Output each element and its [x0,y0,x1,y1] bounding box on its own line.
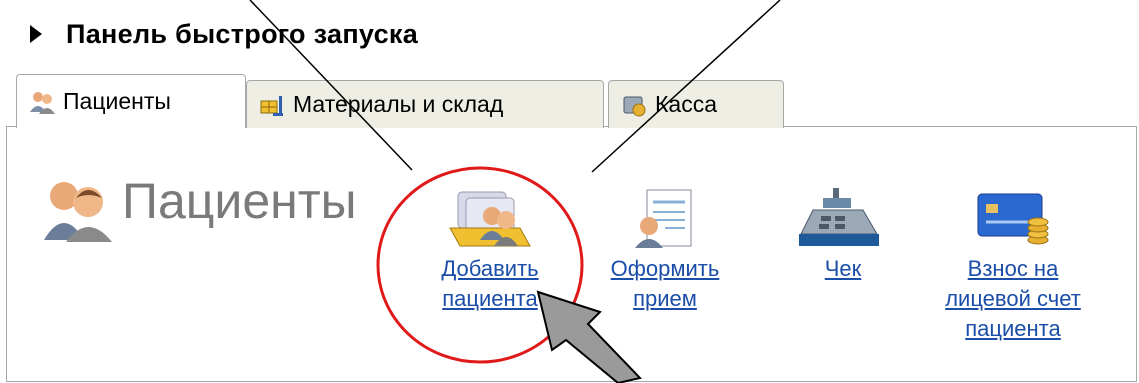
deposit-link[interactable]: Взнос на лицевой счет пациента [928,254,1098,344]
tab-patients-label: Пациенты [63,88,171,114]
patients-large-icon [44,182,112,242]
add-patient-button[interactable]: Добавить пациента [410,188,570,314]
tab-materials[interactable]: Материалы и склад [246,80,604,128]
deposit-button[interactable]: Взнос на лицевой счет пациента [928,188,1098,344]
receipt-link[interactable]: Чек [768,254,918,284]
cash-register-icon [799,188,879,246]
tab-cash[interactable]: Касса [608,80,784,128]
appointment-form-icon [635,189,692,248]
appointment-link[interactable]: Оформить прием [585,254,745,314]
section-title: Пациенты [122,173,357,229]
expand-arrow-icon[interactable] [30,25,42,43]
quick-launch-title: Панель быстрого запуска [66,18,419,49]
add-patient-icon [449,191,531,247]
deposit-card-icon [977,193,1049,245]
tab-patients[interactable]: Пациенты [16,74,246,128]
appointment-button[interactable]: Оформить прием [585,188,745,314]
tab-materials-label: Материалы и склад [293,91,504,117]
warehouse-icon [260,95,283,116]
quick-launch-header[interactable]: Панель быстрого запуска [30,14,418,54]
add-patient-link[interactable]: Добавить пациента [410,254,570,314]
patients-icon [30,91,55,114]
tab-cash-label: Касса [655,91,717,117]
cash-icon [623,96,646,116]
receipt-button[interactable]: Чек [768,188,918,284]
